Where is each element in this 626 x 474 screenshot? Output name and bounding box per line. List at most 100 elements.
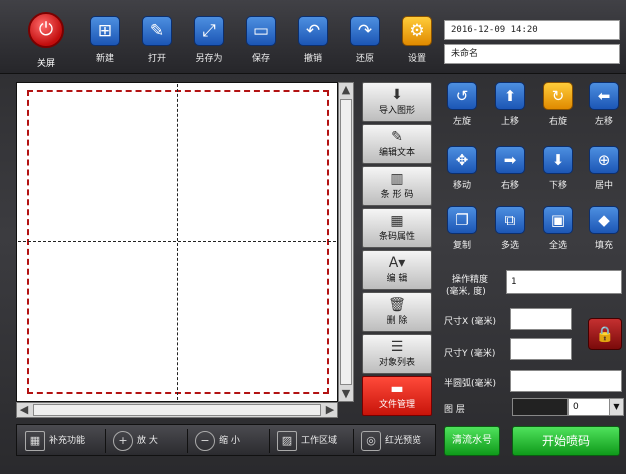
arrow-left-icon: ⬅ bbox=[589, 82, 619, 110]
start-print-button[interactable]: 开始喷码 bbox=[512, 426, 620, 456]
barcode-props-button[interactable]: ▦ 条码属性 bbox=[362, 208, 432, 248]
aspect-lock-button[interactable]: 🔒 bbox=[588, 318, 622, 350]
new-button[interactable]: ⊞ 新建 bbox=[82, 16, 128, 72]
arc-input[interactable] bbox=[510, 370, 622, 392]
rotate-left-label: 左旋 bbox=[452, 117, 471, 127]
open-button[interactable]: ✎ 打开 bbox=[134, 16, 180, 72]
zoom-in-button[interactable]: + 放 大 bbox=[109, 425, 158, 457]
folder-icon: ▬ bbox=[390, 381, 404, 397]
hatch-area-icon: ▨ bbox=[277, 430, 297, 451]
multi-select-button[interactable]: ⧉ 多选 bbox=[490, 206, 530, 252]
supplement-button[interactable]: ▦ 补充功能 bbox=[21, 425, 85, 457]
arrow-down-icon: ⬇ bbox=[543, 146, 573, 174]
datetime-display: 2016-12-09 14:20 bbox=[444, 20, 620, 40]
scroll-down-icon[interactable]: ▼ bbox=[339, 387, 353, 401]
rotate-right-icon: ↻ bbox=[543, 82, 573, 110]
shutdown-label: 关屏 bbox=[36, 59, 55, 69]
scroll-up-icon[interactable]: ▲ bbox=[339, 83, 353, 97]
layer-label: 图 层 bbox=[444, 405, 465, 415]
move-up-button[interactable]: ⬆ 上移 bbox=[490, 82, 530, 128]
settings-button[interactable]: ⚙ 设置 bbox=[394, 16, 440, 72]
clear-serial-button[interactable]: 清流水号 bbox=[444, 426, 500, 456]
import-graphic-label: 导入图形 bbox=[378, 106, 415, 116]
move-label: 移动 bbox=[452, 181, 471, 191]
center-guide-horizontal bbox=[18, 241, 336, 242]
precision-input[interactable]: 1 bbox=[506, 270, 622, 294]
open-file-icon: ✎ bbox=[142, 16, 172, 46]
red-preview-label: 红光预览 bbox=[385, 436, 422, 446]
file-manage-button[interactable]: ▬ 文件管理 bbox=[362, 376, 432, 416]
multi-select-label: 多选 bbox=[500, 241, 519, 251]
copy-button[interactable]: ❐ 复制 bbox=[442, 206, 482, 252]
object-list-label: 对象列表 bbox=[378, 358, 415, 368]
divider bbox=[105, 429, 106, 453]
edit-text-button[interactable]: ✎ 编辑文本 bbox=[362, 124, 432, 164]
move-right-label: 右移 bbox=[500, 181, 519, 191]
grid-icon: ▦ bbox=[25, 430, 45, 451]
filename-display: 未命名 bbox=[444, 44, 620, 64]
move-up-label: 上移 bbox=[500, 117, 519, 127]
rotate-right-label: 右旋 bbox=[548, 117, 567, 127]
save-button[interactable]: ▭ 保存 bbox=[238, 16, 284, 72]
gear-icon: ⚙ bbox=[402, 16, 432, 46]
chevron-down-icon[interactable]: ▼ bbox=[609, 399, 623, 415]
size-y-input[interactable] bbox=[510, 338, 572, 360]
horizontal-scroll-thumb[interactable] bbox=[33, 404, 321, 416]
size-x-label: 尺寸X (毫米) bbox=[444, 317, 497, 327]
import-graphic-button[interactable]: ⬇ 导入图形 bbox=[362, 82, 432, 122]
shutdown-button[interactable]: ⏻ bbox=[28, 12, 64, 48]
rotate-left-icon: ↺ bbox=[447, 82, 477, 110]
trash-icon: 🗑 bbox=[388, 297, 406, 313]
zoom-out-button[interactable]: − 缩 小 bbox=[191, 425, 240, 457]
supplement-label: 补充功能 bbox=[49, 436, 86, 446]
select-all-icon: ▣ bbox=[543, 206, 573, 234]
work-area-button[interactable]: ▨ 工作区域 bbox=[273, 425, 337, 457]
vertical-scroll-thumb[interactable] bbox=[340, 99, 352, 385]
move-left-label: 左移 bbox=[594, 117, 613, 127]
divider bbox=[269, 429, 270, 453]
layer-value: 0 bbox=[573, 402, 579, 412]
undo-label: 撤销 bbox=[303, 54, 322, 64]
import-icon: ⬇ bbox=[391, 87, 403, 103]
undo-button[interactable]: ↶ 撤销 bbox=[290, 16, 336, 72]
layer-color-swatch[interactable] bbox=[512, 398, 568, 416]
delete-label: 删 除 bbox=[386, 316, 408, 326]
save-as-label: 另存为 bbox=[195, 54, 223, 64]
scroll-left-icon[interactable]: ◀ bbox=[17, 403, 31, 417]
text-edit-icon: A▾ bbox=[388, 255, 406, 271]
size-x-input[interactable] bbox=[510, 308, 572, 330]
red-preview-button[interactable]: ◎ 红光预览 bbox=[357, 425, 421, 457]
settings-label: 设置 bbox=[407, 54, 426, 64]
move-left-button[interactable]: ⬅ 左移 bbox=[584, 82, 624, 128]
arrow-up-icon: ⬆ bbox=[495, 82, 525, 110]
horizontal-scrollbar[interactable]: ◀ ▶ bbox=[16, 402, 338, 418]
vertical-scrollbar[interactable]: ▲ ▼ bbox=[338, 82, 354, 402]
delete-button[interactable]: 🗑 删 除 bbox=[362, 292, 432, 332]
zoom-in-label: 放 大 bbox=[137, 436, 158, 446]
barcode-props-label: 条码属性 bbox=[378, 232, 415, 242]
center-label: 居中 bbox=[594, 181, 613, 191]
move-cross-icon: ✥ bbox=[447, 146, 477, 174]
object-list-button[interactable]: ☰ 对象列表 bbox=[362, 334, 432, 374]
barcode-button[interactable]: ▥ 条 形 码 bbox=[362, 166, 432, 206]
save-as-icon: ⤢ bbox=[194, 16, 224, 46]
edit-label: 编 辑 bbox=[386, 274, 408, 284]
redo-label: 还原 bbox=[355, 54, 374, 64]
redo-button[interactable]: ↷ 还原 bbox=[342, 16, 388, 72]
multi-select-icon: ⧉ bbox=[495, 206, 525, 234]
rotate-left-button[interactable]: ↺ 左旋 bbox=[442, 82, 482, 128]
select-all-button[interactable]: ▣ 全选 bbox=[538, 206, 578, 252]
redo-icon: ↷ bbox=[350, 16, 380, 46]
move-down-button[interactable]: ⬇ 下移 bbox=[538, 146, 578, 192]
fill-button[interactable]: ◆ 填充 bbox=[584, 206, 624, 252]
barcode-icon: ▥ bbox=[390, 171, 404, 187]
move-button[interactable]: ✥ 移动 bbox=[442, 146, 482, 192]
move-right-button[interactable]: ➡ 右移 bbox=[490, 146, 530, 192]
edit-button[interactable]: A▾ 编 辑 bbox=[362, 250, 432, 290]
scroll-right-icon[interactable]: ▶ bbox=[323, 403, 337, 417]
zoom-in-icon: + bbox=[113, 430, 133, 451]
center-button[interactable]: ⊕ 居中 bbox=[584, 146, 624, 192]
rotate-right-button[interactable]: ↻ 右旋 bbox=[538, 82, 578, 128]
save-as-button[interactable]: ⤢ 另存为 bbox=[186, 16, 232, 72]
layer-select[interactable]: 0 ▼ bbox=[568, 398, 624, 416]
